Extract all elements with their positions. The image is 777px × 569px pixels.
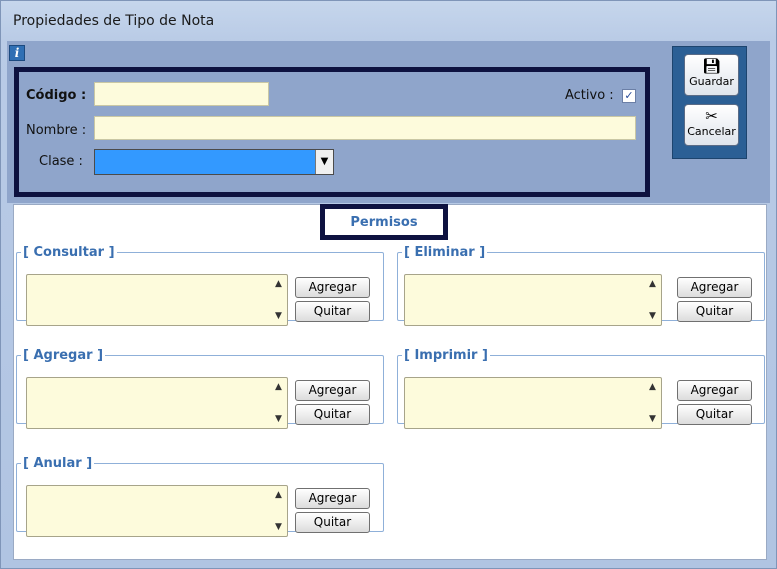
consultar-agregar-button[interactable]: Agregar bbox=[295, 277, 370, 298]
guardar-label: Guardar bbox=[689, 75, 734, 88]
scroll-down-arrow-icon[interactable]: ▼ bbox=[275, 414, 282, 424]
cancelar-label: Cancelar bbox=[687, 125, 736, 138]
eliminar-quitar-button[interactable]: Quitar bbox=[677, 301, 752, 322]
consultar-list[interactable] bbox=[26, 274, 288, 326]
window-title: Propiedades de Tipo de Nota bbox=[13, 13, 215, 29]
scroll-down-arrow-icon[interactable]: ▼ bbox=[649, 311, 656, 321]
scroll-up-arrow-icon[interactable]: ▲ bbox=[649, 279, 656, 289]
consultar-quitar-button[interactable]: Quitar bbox=[295, 301, 370, 322]
floppy-disk-icon: 💾︎ bbox=[701, 57, 722, 75]
imprimir-list[interactable] bbox=[404, 377, 662, 429]
group-agregar: [ Agregar ] ▲ ▼ Agregar Quitar bbox=[16, 348, 384, 429]
activo-label: Activo : bbox=[565, 88, 614, 103]
agregar-scrollbar[interactable]: ▲ ▼ bbox=[270, 378, 287, 428]
imprimir-scrollbar[interactable]: ▲ ▼ bbox=[644, 378, 661, 428]
chevron-down-icon[interactable]: ▼ bbox=[315, 150, 333, 174]
clase-select-value bbox=[95, 150, 315, 174]
nombre-label: Nombre : bbox=[26, 123, 87, 138]
scroll-up-arrow-icon[interactable]: ▲ bbox=[649, 382, 656, 392]
scroll-up-arrow-icon[interactable]: ▲ bbox=[275, 279, 282, 289]
nombre-field-box bbox=[94, 116, 636, 140]
window: Propiedades de Tipo de Nota i Código : A… bbox=[0, 0, 777, 569]
group-anular: [ Anular ] ▲ ▼ Agregar Quitar bbox=[16, 456, 384, 537]
info-icon[interactable]: i bbox=[9, 45, 25, 61]
codigo-field-box bbox=[94, 82, 269, 106]
agregar-agregar-button[interactable]: Agregar bbox=[295, 380, 370, 401]
scroll-down-arrow-icon[interactable]: ▼ bbox=[649, 414, 656, 424]
imprimir-agregar-button[interactable]: Agregar bbox=[677, 380, 752, 401]
scissors-icon: ✂︎ bbox=[705, 107, 718, 125]
tab-permisos[interactable]: Permisos bbox=[320, 204, 448, 240]
scroll-up-arrow-icon[interactable]: ▲ bbox=[275, 490, 282, 500]
clase-label: Clase : bbox=[39, 154, 83, 169]
cancelar-button[interactable]: ✂︎ Cancelar bbox=[684, 104, 739, 146]
group-agregar-title: [ Agregar ] bbox=[23, 348, 104, 363]
imprimir-quitar-button[interactable]: Quitar bbox=[677, 404, 752, 425]
scroll-down-arrow-icon[interactable]: ▼ bbox=[275, 522, 282, 532]
activo-checkbox[interactable]: ✓ bbox=[622, 89, 636, 103]
scroll-down-arrow-icon[interactable]: ▼ bbox=[275, 311, 282, 321]
codigo-field[interactable] bbox=[95, 83, 268, 105]
codigo-label: Código : bbox=[26, 88, 87, 103]
consultar-scrollbar[interactable]: ▲ ▼ bbox=[270, 275, 287, 325]
anular-agregar-button[interactable]: Agregar bbox=[295, 488, 370, 509]
group-eliminar: [ Eliminar ] ▲ ▼ Agregar Quitar bbox=[397, 245, 765, 326]
scroll-up-arrow-icon[interactable]: ▲ bbox=[275, 382, 282, 392]
anular-quitar-button[interactable]: Quitar bbox=[295, 512, 370, 533]
group-imprimir-title: [ Imprimir ] bbox=[404, 348, 488, 363]
anular-scrollbar[interactable]: ▲ ▼ bbox=[270, 486, 287, 536]
nombre-field[interactable] bbox=[95, 117, 635, 139]
anular-list[interactable] bbox=[26, 485, 288, 537]
group-anular-title: [ Anular ] bbox=[23, 456, 93, 471]
clase-select[interactable]: ▼ bbox=[94, 149, 334, 175]
guardar-button[interactable]: 💾︎ Guardar bbox=[684, 54, 739, 96]
eliminar-agregar-button[interactable]: Agregar bbox=[677, 277, 752, 298]
group-eliminar-title: [ Eliminar ] bbox=[404, 245, 486, 260]
group-consultar: [ Consultar ] ▲ ▼ Agregar Quitar bbox=[16, 245, 384, 326]
agregar-quitar-button[interactable]: Quitar bbox=[295, 404, 370, 425]
group-consultar-title: [ Consultar ] bbox=[23, 245, 115, 260]
eliminar-list[interactable] bbox=[404, 274, 662, 326]
agregar-list[interactable] bbox=[26, 377, 288, 429]
group-imprimir: [ Imprimir ] ▲ ▼ Agregar Quitar bbox=[397, 348, 765, 429]
eliminar-scrollbar[interactable]: ▲ ▼ bbox=[644, 275, 661, 325]
